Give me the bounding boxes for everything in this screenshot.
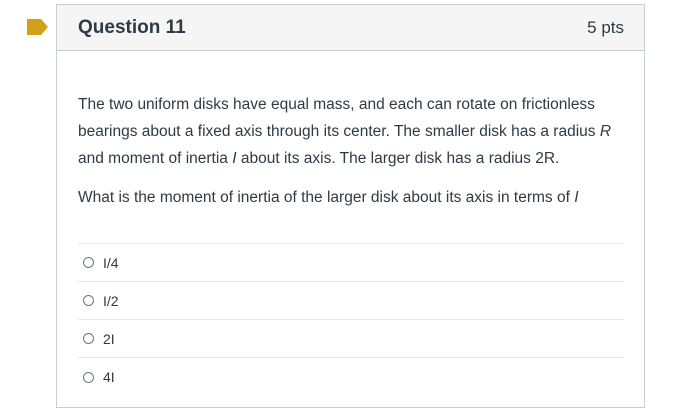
question-text-segment: about its axis. The larger disk has a ra… — [236, 150, 560, 167]
variable-r: R — [599, 123, 612, 140]
question-header: Question 11 5 pts — [57, 5, 644, 51]
variable-i: I — [574, 189, 579, 206]
question-title: Question 11 — [78, 16, 186, 38]
answer-label: 4I — [103, 369, 115, 385]
question-points: 5 pts — [587, 17, 624, 37]
radio-button[interactable] — [83, 371, 94, 383]
answer-label: 2I — [103, 330, 115, 347]
question-text-segment: The two uniform disks have equal mass, a… — [78, 96, 600, 140]
answer-option[interactable]: I/4 — [78, 244, 624, 282]
question-text-segment: and moment of inertia — [78, 150, 233, 167]
question-paragraph-2: What is the moment of inertia of the lar… — [78, 184, 624, 211]
answer-option[interactable]: 2I — [78, 320, 624, 358]
question-card: Question 11 5 pts The two uniform disks … — [56, 4, 645, 408]
question-text: The two uniform disks have equal mass, a… — [78, 91, 624, 211]
question-paragraph-1: The two uniform disks have equal mass, a… — [78, 91, 624, 172]
answer-label: I/4 — [103, 254, 119, 271]
question-text-segment: What is the moment of inertia of the lar… — [78, 189, 575, 206]
radio-button[interactable] — [83, 295, 94, 306]
answer-label: I/2 — [103, 292, 119, 309]
answer-option[interactable]: I/2 — [78, 282, 624, 320]
answer-option[interactable]: 4I — [78, 358, 624, 396]
answer-list: I/4 I/2 2I 4I — [78, 243, 624, 396]
radio-button[interactable] — [83, 257, 94, 268]
question-body: The two uniform disks have equal mass, a… — [57, 51, 644, 396]
radio-button[interactable] — [83, 333, 94, 344]
